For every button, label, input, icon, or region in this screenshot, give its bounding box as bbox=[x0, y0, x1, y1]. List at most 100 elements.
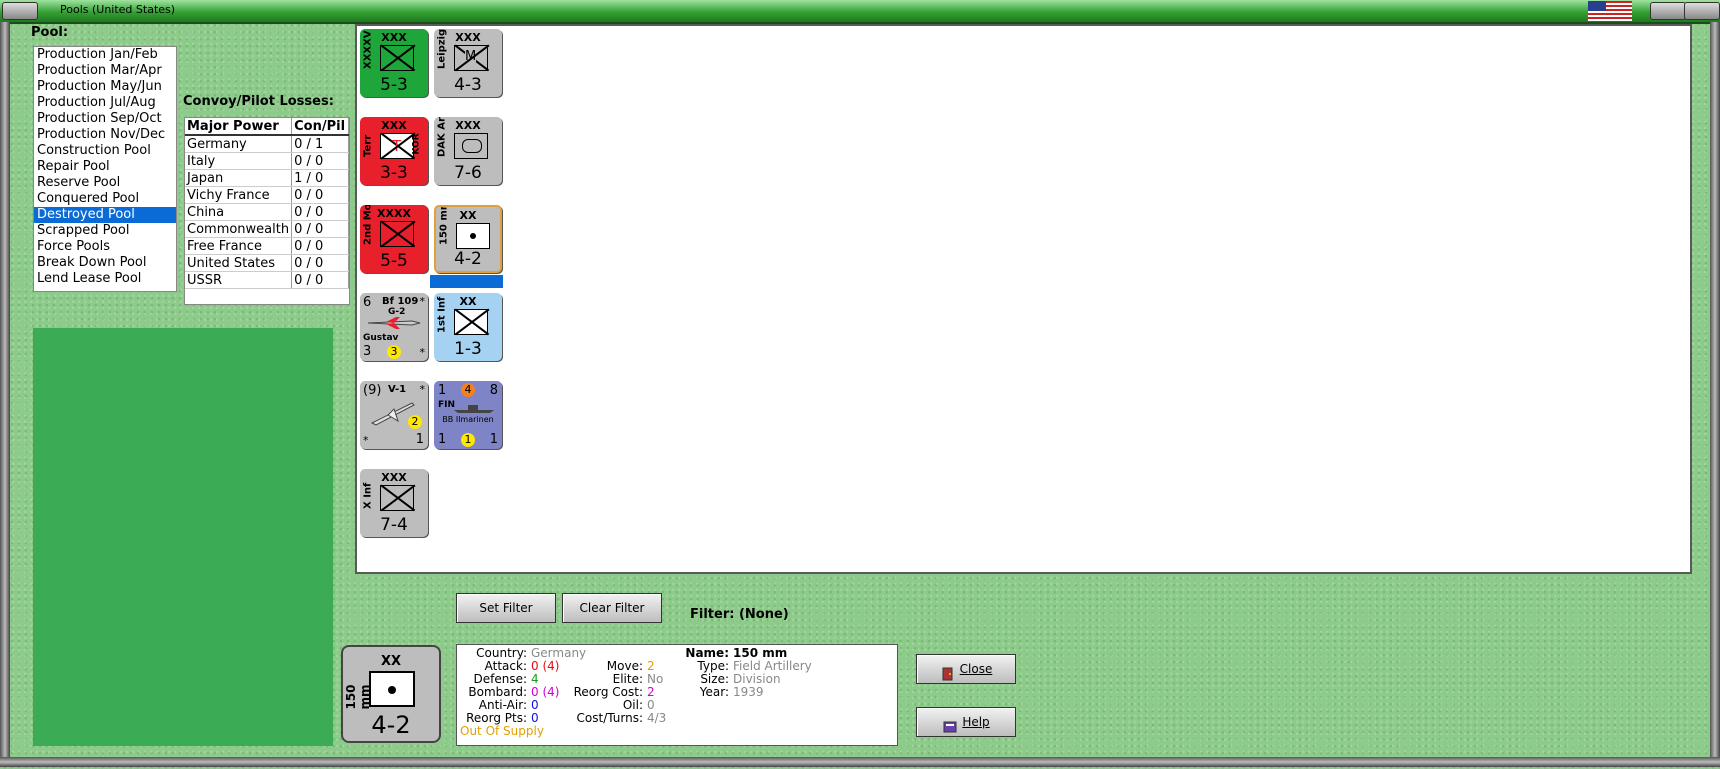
major-power-cell: Free France bbox=[185, 237, 293, 255]
pool-item[interactable]: Force Pools bbox=[34, 239, 176, 255]
counter-size: XX bbox=[380, 654, 402, 669]
pool-item[interactable]: Destroyed Pool bbox=[34, 207, 176, 223]
table-row: USSR 0 / 0 bbox=[185, 271, 349, 289]
bombard-label: Bombard: bbox=[468, 685, 527, 699]
counter-1st-inf-div[interactable]: XX 1st Inf Div 1-3 bbox=[434, 293, 502, 361]
defense-label: Defense: bbox=[473, 672, 527, 686]
counter-unit-name: 1st Inf Div bbox=[436, 293, 448, 333]
counter-terr-kor[interactable]: XXX Terr T KOR 3-3 bbox=[360, 117, 428, 185]
antiair-label: Anti-Air: bbox=[478, 698, 527, 712]
filter-status: Filter: (None) bbox=[690, 607, 789, 622]
selection-highlight bbox=[430, 275, 503, 288]
unit-name-label: Name: bbox=[685, 646, 729, 660]
pool-item[interactable]: Production Nov/Dec bbox=[34, 127, 176, 143]
set-filter-button[interactable]: Set Filter bbox=[456, 593, 556, 623]
pool-item[interactable]: Reserve Pool bbox=[34, 175, 176, 191]
pool-item[interactable]: Production Sep/Oct bbox=[34, 111, 176, 127]
counter-star: * bbox=[419, 346, 426, 359]
counter-strength: 5-3 bbox=[380, 75, 408, 95]
counter-star: * bbox=[419, 383, 426, 396]
pool-item[interactable]: Lend Lease Pool bbox=[34, 271, 176, 287]
year-value: 1939 bbox=[733, 685, 764, 699]
type-label: Type: bbox=[697, 659, 729, 673]
close-button[interactable]: Close bbox=[916, 654, 1016, 684]
close-window-button[interactable] bbox=[1684, 2, 1720, 20]
type-value: Field Artillery bbox=[733, 659, 812, 673]
motorized-symbol-icon bbox=[380, 221, 414, 247]
convoy-losses-label: Convoy/Pilot Losses: bbox=[183, 94, 334, 109]
pool-label: Pool: bbox=[31, 25, 69, 40]
counter-xxxxv-inf[interactable]: XXX XXXXV Inf 5-3 bbox=[360, 29, 428, 97]
counter-2nd-mot[interactable]: XXXX 2nd Mot 5-5 bbox=[360, 205, 428, 273]
oil-label: Oil: bbox=[622, 698, 643, 712]
close-button-label: Close bbox=[959, 662, 993, 676]
cost-turns-value: 4/3 bbox=[647, 711, 667, 725]
pool-item[interactable]: Construction Pool bbox=[34, 143, 176, 159]
armor-symbol-icon bbox=[454, 133, 488, 159]
pool-item[interactable]: Production Jan/Feb bbox=[34, 47, 176, 63]
system-menu-button[interactable] bbox=[2, 2, 38, 20]
minimize-button[interactable] bbox=[1650, 2, 1686, 20]
con-pil-cell: 0 / 0 bbox=[291, 237, 349, 255]
counter-x-inf[interactable]: XXX X Inf 7-4 bbox=[360, 469, 428, 537]
major-power-cell: USSR bbox=[185, 271, 293, 289]
country-label: Country: bbox=[476, 646, 527, 660]
counter-v1[interactable]: (9) V-1 * 2 * 1 bbox=[360, 381, 428, 449]
counter-strength: 4-3 bbox=[454, 75, 482, 95]
counter-bb-ilmarinen[interactable]: 1 4 8 FIN BB Ilmarinen 1 1 1 bbox=[434, 381, 502, 449]
move-value: 2 bbox=[647, 659, 655, 673]
title-bar: Pools (United States) bbox=[0, 0, 1720, 24]
cost-turns-label: Cost/Turns: bbox=[576, 711, 643, 725]
column-header-con-pil[interactable]: Con/Pil bbox=[291, 118, 349, 136]
pool-item[interactable]: Break Down Pool bbox=[34, 255, 176, 271]
reorg-pts-value: 0 bbox=[531, 711, 539, 725]
unit-details-panel: Country: Germany Attack: 0 (4) Defense: … bbox=[456, 644, 898, 746]
column-header-major-power[interactable]: Major Power bbox=[185, 118, 293, 136]
fighter-plane-icon bbox=[367, 317, 421, 329]
pool-item[interactable]: Conquered Pool bbox=[34, 191, 176, 207]
pool-item[interactable]: Production Jul/Aug bbox=[34, 95, 176, 111]
counter-dak-arm[interactable]: XXX DAK Arm 7-6 bbox=[434, 117, 502, 185]
aircraft-nickname: Gustav bbox=[363, 333, 399, 343]
counter-bf109[interactable]: 6 Bf 109 * G-2 Gustav 3 3 * bbox=[360, 293, 428, 361]
help-button[interactable]: Help bbox=[916, 707, 1016, 737]
table-row: Free France 0 / 0 bbox=[185, 237, 349, 255]
pool-item[interactable]: Production Mar/Apr bbox=[34, 63, 176, 79]
frame-left bbox=[0, 22, 10, 757]
unit-name-value: 150 mm bbox=[733, 646, 788, 660]
pool-item[interactable]: Production May/Jun bbox=[34, 79, 176, 95]
major-power-cell: Commonwealth bbox=[185, 220, 293, 238]
selected-unit-counter: XX 150 mm 4-2 bbox=[341, 645, 441, 743]
window-title: Pools (United States) bbox=[60, 3, 176, 16]
door-icon bbox=[940, 663, 956, 680]
year-label: Year: bbox=[699, 685, 729, 699]
counter-150mm-selected[interactable]: XX 150 mm 4-2 bbox=[434, 205, 502, 273]
con-pil-cell: 0 / 1 bbox=[291, 135, 349, 153]
battleship-icon bbox=[454, 405, 494, 413]
counter-unit-name: XXXXV Inf bbox=[362, 29, 374, 69]
counter-value: 1 bbox=[438, 383, 447, 398]
aircraft-name: Bf 109 bbox=[382, 296, 419, 307]
pool-list[interactable]: Production Jan/Feb Production Mar/Apr Prod… bbox=[33, 46, 177, 292]
counter-value: 1 bbox=[415, 432, 424, 447]
clear-filter-button[interactable]: Clear Filter bbox=[562, 593, 662, 623]
antiair-value: 0 bbox=[531, 698, 539, 712]
bombard-value: 0 (4) bbox=[531, 685, 560, 699]
counter-display-area: XXX XXXXV Inf 5-3 XXX Terr T KOR 3-3 XXX… bbox=[355, 24, 1692, 574]
counter-leipzig[interactable]: XXX Leipzig M 4-3 bbox=[434, 29, 502, 97]
counter-unit-name: DAK Arm bbox=[436, 117, 448, 157]
unit-preview-panel bbox=[33, 328, 333, 746]
counter-strength: 4-2 bbox=[371, 711, 411, 739]
pool-item[interactable]: Repair Pool bbox=[34, 159, 176, 175]
counter-value: 6 bbox=[363, 295, 372, 310]
table-row: Germany 0 / 1 bbox=[185, 135, 349, 153]
counter-symbol-letter: M bbox=[465, 49, 477, 64]
pool-item[interactable]: Scrapped Pool bbox=[34, 223, 176, 239]
move-label: Move: bbox=[606, 659, 643, 673]
ship-name: BB Ilmarinen bbox=[442, 415, 494, 424]
mechanized-symbol-icon: M bbox=[454, 45, 488, 71]
oil-value: 0 bbox=[647, 698, 655, 712]
table-row: Japan 1 / 0 bbox=[185, 169, 349, 187]
counter-nation: FIN bbox=[438, 400, 456, 410]
losses-table: Major Power Con/Pil Germany 0 / 1 Italy 0 /… bbox=[184, 117, 350, 305]
